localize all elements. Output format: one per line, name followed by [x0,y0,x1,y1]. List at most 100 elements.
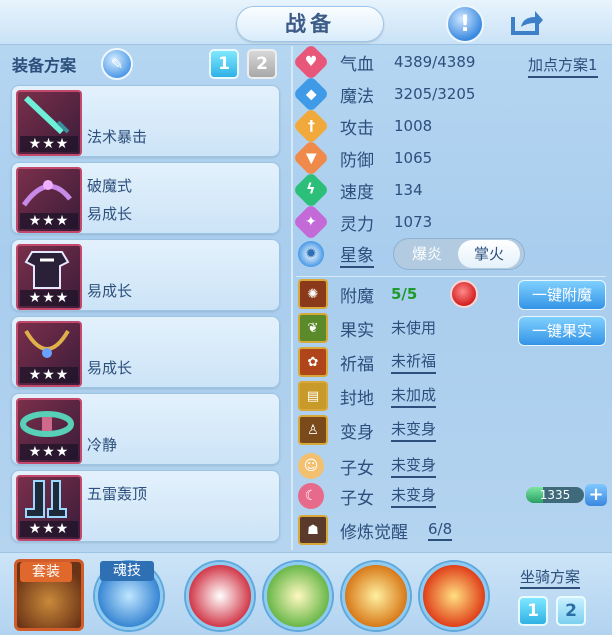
stat-value: 3205/3205 [394,85,476,103]
mana-icon: ◆ [292,75,330,113]
bless-icon: ✿ [298,347,328,377]
stat-label: 攻击 [340,118,374,139]
column-divider [291,46,293,550]
awaken-value[interactable]: 6/8 [428,520,453,541]
equipment-slot-weapon[interactable]: ★★★ 法术暴击 [11,85,280,157]
lightning-icon: ϟ [292,171,330,209]
star-option-palmfire[interactable]: 掌火 [458,240,520,268]
child1-row: ☺ 子女 未变身 [298,452,437,480]
equipment-slot-headgear[interactable]: ★★★ 破魔式 易成长 [11,162,280,234]
fruit-row: ❦ 果实 未使用 [298,313,436,343]
seal-icon: ▤ [298,381,328,411]
equipment-attr: 冷静 [87,436,118,454]
star-rating: ★★★ [20,213,78,229]
equipment-slot-armor[interactable]: ★★★ 易成长 [11,239,280,311]
stat-value: 4389/4389 [394,53,476,71]
boots-icon: ★★★ [16,475,82,541]
bless-label: 祈福 [340,354,374,375]
belt-icon: ★★★ [16,398,82,464]
stat-spirit: ✦ 灵力 1073 [292,203,432,241]
stat-star: ✹ 星象 [298,240,374,268]
stat-value: 1065 [394,149,433,167]
star-rating: ★★★ [20,136,78,152]
equipment-slot-necklace[interactable]: ★★★ 易成长 [11,316,280,388]
child2-label: 子女 [340,488,374,509]
child-icon: ☾ [298,483,324,509]
add-button[interactable]: + [585,484,607,506]
child2-value[interactable]: 未变身 [391,484,437,508]
awaken-icon: ☗ [298,515,328,545]
stat-mp: ◆ 魔法 3205/3205 [292,75,475,113]
awaken-label: 修炼觉醒 [340,522,408,543]
armor-icon: ★★★ [16,244,82,310]
stat-value: 1073 [394,213,433,231]
equipment-attr: 法术暴击 [87,128,148,146]
transform-row: ♙ 变身 未变身 [298,415,437,445]
star-rating: ★★★ [20,367,78,383]
seal-value[interactable]: 未加成 [391,384,437,408]
transform-value[interactable]: 未变身 [391,418,437,442]
stat-label: 魔法 [340,86,374,107]
equipment-special: 五雷轰顶 [87,485,148,503]
enchant-label: 附魔 [340,286,374,307]
transform-icon: ♙ [298,415,328,445]
equipment-attr: 易成长 [87,282,133,300]
bless-row: ✿ 祈福 未祈福 [298,347,437,377]
add-point-plan-link[interactable]: 加点方案1 [528,54,598,78]
progress-value: 1335 [539,488,571,502]
shield-icon: ▼ [292,139,330,177]
section-divider [296,276,606,277]
stat-value: 1008 [394,117,433,135]
star-sign-toggle[interactable]: 爆炎 掌火 [393,238,525,270]
stat-speed: ϟ 速度 134 [292,171,423,209]
skill-green-aura-icon[interactable] [264,562,332,630]
fruit-label: 果实 [340,320,374,341]
seal-row: ▤ 封地 未加成 [298,381,437,411]
share-icon[interactable] [508,6,544,38]
stat-attack: † 攻击 1008 [292,107,432,145]
equipment-special: 破魔式 [87,177,133,195]
star-option-blaze[interactable]: 爆炎 [396,240,458,268]
one-click-enchant-button[interactable]: 一键附魔 [518,280,606,310]
equipment-slot-boots[interactable]: ★★★ 五雷轰顶 [11,470,280,542]
fruit-icon: ❦ [298,313,328,343]
tiara-icon: ★★★ [16,167,82,233]
bless-value[interactable]: 未祈福 [391,350,437,374]
mount-plan-label: 坐骑方案 [520,566,581,589]
equipment-slot-belt[interactable]: ★★★ 冷静 [11,393,280,465]
stat-label: 气血 [340,54,374,75]
child2-row: ☾ 子女 未变身 [298,482,437,510]
info-icon[interactable]: ! [446,5,484,43]
soul-skill-label: 魂技 [100,561,154,581]
equipment-plan-1-button[interactable]: 1 [209,49,239,79]
enchant-alert-icon[interactable] [450,280,478,308]
equipment-attr: 易成长 [87,205,133,223]
star-rating: ★★★ [20,444,78,460]
equipment-plan-2-button[interactable]: 2 [247,49,277,79]
child-icon: ☺ [298,453,324,479]
sword-icon: ★★★ [16,90,82,156]
stat-value: 134 [394,181,423,199]
skill-fire-icon[interactable] [420,562,488,630]
mount-plan-1-button[interactable]: 1 [518,596,548,626]
equipment-plan-label: 装备方案 [12,56,77,75]
spirit-icon: ✦ [292,203,330,241]
enchant-icon: ✺ [298,279,328,309]
child-progress-bar: 1335 [526,487,584,503]
enchant-value: 5/5 [391,284,418,303]
skill-orange-beast-icon[interactable] [342,562,410,630]
star-sign-label[interactable]: 星象 [340,241,374,268]
heart-icon: ♥ [292,43,330,81]
child1-value[interactable]: 未变身 [391,454,437,478]
mount-plan-2-button[interactable]: 2 [556,596,586,626]
edit-pencil-icon[interactable]: ✎ [101,48,133,80]
stat-hp: ♥ 气血 4389/4389 [292,43,475,81]
skill-red-swirl-icon[interactable] [186,562,254,630]
equipment-attr: 易成长 [87,359,133,377]
enchant-row: ✺ 附魔 5/5 [298,279,478,309]
stat-defense: ▼ 防御 1065 [292,139,432,177]
one-click-fruit-button[interactable]: 一键果实 [518,316,606,346]
stat-label: 防御 [340,150,374,171]
suit-label: 套装 [20,562,72,582]
seal-label: 封地 [340,388,374,409]
